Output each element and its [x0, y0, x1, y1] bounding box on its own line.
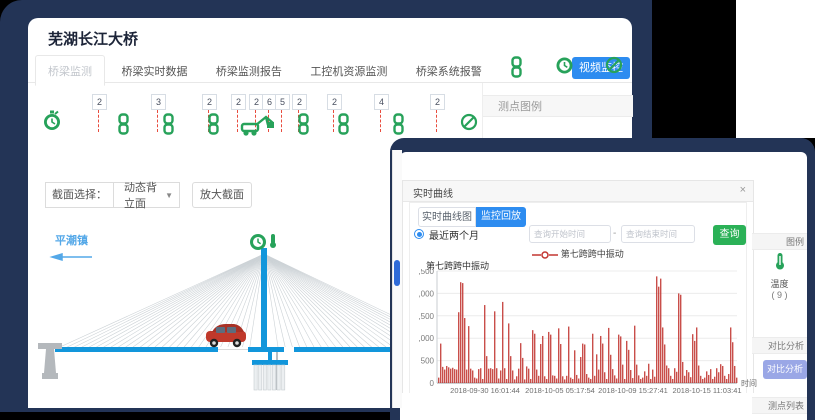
machine-icon[interactable] [240, 113, 276, 142]
sensor-dashed-line [333, 110, 334, 132]
legend-clock-icon [555, 56, 574, 80]
svg-text:500: 500 [421, 357, 435, 366]
sensor-count-badge: 5 [275, 94, 290, 110]
background-window [736, 0, 815, 138]
sensor-dashed-line [157, 110, 158, 132]
svg-text:0: 0 [430, 379, 435, 388]
temperature-count: ( 9 ) [752, 290, 807, 300]
legend-link-icon [510, 56, 523, 83]
tab-bridge-monitor[interactable]: 桥梁监测 [35, 55, 105, 86]
svg-text:时间: 时间 [741, 378, 757, 388]
vibration-chart[interactable]: 2,500 2,000 1,500 1,000 500 0 2018-09-30 16:01… [419, 269, 759, 405]
dialog-title: 实时曲线 [413, 185, 453, 200]
svg-text:2,500: 2,500 [419, 269, 435, 276]
sensor-count-badge: 2 [202, 94, 217, 110]
tab-realtime-curve[interactable]: 实时曲线图 [418, 207, 476, 227]
legend-panel-header: 测点图例 [483, 95, 633, 117]
sensor-count-badge: 2 [327, 94, 342, 110]
recent-two-months-label: 最近两个月 [429, 227, 479, 242]
query-button[interactable]: 查询 [713, 225, 746, 245]
scrollbar-thumb[interactable] [394, 260, 400, 286]
dialog-header: 实时曲线 × [403, 181, 753, 202]
legend-series-label: 第七跨跨中振动 [561, 249, 624, 259]
svg-text:2,000: 2,000 [419, 289, 435, 298]
sensor-count-badge: 2 [292, 94, 307, 110]
noentry-icon[interactable] [460, 113, 478, 136]
link-icon[interactable] [392, 113, 405, 140]
link-icon[interactable] [297, 113, 310, 140]
query-start-time-input[interactable] [529, 225, 611, 243]
sensor-dashed-line [380, 110, 381, 132]
svg-text:2018-09-30 16:01:44: 2018-09-30 16:01:44 [450, 386, 520, 395]
modal-window: 实时曲线 × 实时曲线图 监控回放 最近两个月 - 查询 第七跨跨中振动 第七跨… [400, 152, 807, 420]
svg-text:2018-10-09 15:27:41: 2018-10-09 15:27:41 [598, 386, 668, 395]
scrollbar[interactable] [392, 150, 402, 408]
temperature-legend-item[interactable]: 温度 ( 9 ) [752, 252, 807, 300]
temperature-label: 温度 [752, 277, 807, 290]
modal-window-frame: 实时曲线 × 实时曲线图 监控回放 最近两个月 - 查询 第七跨跨中振动 第七跨… [390, 138, 815, 420]
svg-text:1,500: 1,500 [419, 312, 435, 321]
link-icon[interactable] [337, 113, 350, 140]
compare-analysis-button[interactable]: 对比分析 [763, 360, 807, 379]
sensor-count-badge: 2 [92, 94, 107, 110]
link-icon[interactable] [162, 113, 175, 140]
sensor-count-badge: 3 [151, 94, 166, 110]
tab-ipc-resource-monitor[interactable]: 工控机资源监测 [298, 56, 399, 85]
section-select-group: 截面选择： 动态背立面 ▼ [45, 182, 180, 208]
section-select-label: 截面选择： [46, 183, 114, 207]
sensor-count-badge: 4 [374, 94, 389, 110]
thermometer-icon [774, 252, 786, 270]
sensor-count-badge: 2 [430, 94, 445, 110]
svg-text:2018-10-05 05:17:54: 2018-10-05 05:17:54 [525, 386, 595, 395]
sensor-count-badge: 2 [231, 94, 246, 110]
sensor-dashed-line [281, 110, 282, 132]
legend-marker-icon [532, 251, 558, 259]
section-select-dropdown[interactable]: 动态背立面 [114, 179, 165, 211]
tab-bridge-report[interactable]: 桥梁监测报告 [204, 56, 294, 85]
tab-bridge-alarm[interactable]: 桥梁系统报警 [404, 56, 494, 85]
desktop: { "main": { "title": "芜湖长江大桥", "tabs": [… [0, 0, 815, 420]
svg-text:1,000: 1,000 [419, 334, 435, 343]
svg-text:2018-10-15 11:03:41: 2018-10-15 11:03:41 [672, 386, 741, 395]
close-icon[interactable]: × [740, 184, 746, 196]
enlarge-section-button[interactable]: 放大截面 [192, 182, 252, 208]
side-section-point-list: 测点列表 [752, 397, 807, 414]
page-title: 芜湖长江大桥 [48, 28, 138, 49]
sensor-dashed-line [98, 110, 99, 132]
legend-noentry-icon [605, 56, 623, 79]
stopwatch-icon[interactable] [42, 109, 62, 137]
link-icon[interactable] [207, 113, 220, 140]
range-separator: - [613, 228, 616, 239]
side-section-legend: 图例 [752, 233, 807, 250]
link-icon[interactable] [117, 113, 130, 140]
query-end-time-input[interactable] [621, 225, 695, 243]
tab-monitor-playback[interactable]: 监控回放 [476, 207, 526, 227]
recent-two-months-radio[interactable] [414, 229, 424, 239]
main-tab-bar: 桥梁监测 桥梁实时数据 桥梁监测报告 工控机资源监测 桥梁系统报警 [28, 55, 632, 83]
chevron-down-icon: ▼ [165, 191, 179, 200]
sensor-dashed-line [237, 110, 238, 132]
tab-bridge-realtime-data[interactable]: 桥梁实时数据 [109, 56, 199, 85]
sensor-strip: 23222652242 [28, 83, 484, 143]
sensor-dashed-line [436, 110, 437, 132]
realtime-curve-dialog: 实时曲线 × 实时曲线图 监控回放 最近两个月 - 查询 第七跨跨中振动 第七跨… [402, 180, 754, 393]
side-section-compare: 对比分析 [752, 337, 807, 354]
